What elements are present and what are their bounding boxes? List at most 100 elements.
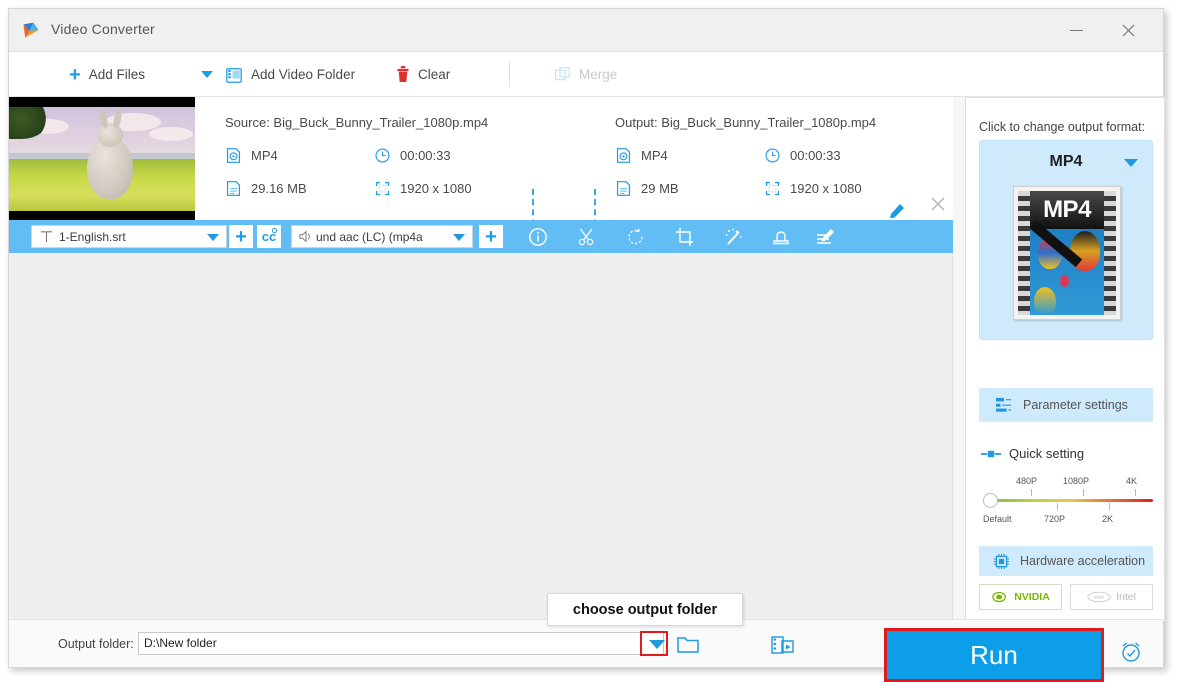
- format-badge-text: MP4: [1043, 196, 1091, 223]
- bunny-head-shape: [97, 123, 123, 147]
- tooltip: choose output folder: [547, 593, 743, 626]
- quick-setting-label: Quick setting: [1009, 446, 1085, 461]
- parameter-settings-label: Parameter settings: [1023, 398, 1128, 412]
- slider-knob[interactable]: [983, 493, 998, 508]
- hardware-acceleration-label: Hardware acceleration: [1020, 554, 1146, 568]
- trash-icon: [397, 66, 409, 83]
- quick-setting-header: Quick setting: [981, 446, 1084, 461]
- audio-track-select[interactable]: und aac (LC) (mp4a: [291, 225, 473, 248]
- item-action-strip: 1-English.srt + cc und aac (LC) (mp4a +: [9, 220, 953, 253]
- effect-icon[interactable]: [724, 227, 744, 247]
- add-video-folder-label: Add Video Folder: [251, 67, 356, 82]
- output-folder-input[interactable]: D:\New folder: [138, 632, 664, 655]
- resolution-icon: [375, 181, 390, 196]
- watermark-icon[interactable]: [771, 227, 791, 247]
- slider-track: [991, 499, 1153, 502]
- subtitle-select[interactable]: 1-English.srt: [31, 225, 227, 248]
- rotate-icon[interactable]: [626, 227, 646, 247]
- chevron-down-icon: [453, 234, 465, 241]
- media-folder-icon[interactable]: [771, 635, 795, 655]
- format-selector[interactable]: MP4 MP4: [979, 140, 1153, 340]
- output-format-panel: Click to change output format: MP4 MP4 P…: [965, 97, 1165, 621]
- slider-tick: [1057, 503, 1058, 510]
- slider-tick-label: 2K: [1102, 514, 1114, 524]
- output-size-row: 29 MB: [615, 180, 679, 197]
- clear-button[interactable]: Clear: [396, 52, 450, 97]
- slider-tick: [1031, 489, 1032, 496]
- output-folder-dropdown-button[interactable]: [649, 640, 665, 649]
- text-icon: [40, 231, 53, 243]
- close-button[interactable]: [1105, 9, 1151, 52]
- file-format-icon: [616, 148, 631, 163]
- output-size-value: 29 MB: [641, 181, 679, 196]
- open-folder-icon[interactable]: [677, 636, 701, 654]
- output-folder-label: Output folder:: [58, 637, 134, 651]
- gpu-options: NVIDIA intel Intel: [979, 584, 1153, 610]
- cpu-icon: [993, 553, 1010, 569]
- film-strip: [1104, 191, 1116, 315]
- quick-setting-icon: [981, 450, 1001, 457]
- slider-tick-label: Default: [983, 514, 1012, 524]
- slider-tick-label: 720P: [1044, 514, 1066, 524]
- add-subtitle-button[interactable]: +: [229, 225, 253, 248]
- source-filename: Source: Big_Buck_Bunny_Trailer_1080p.mp4: [225, 115, 489, 130]
- letterbox-bar: [9, 97, 195, 107]
- hardware-acceleration-button[interactable]: Hardware acceleration: [979, 546, 1153, 576]
- balloon-shape: [1060, 275, 1069, 287]
- source-format-row: MP4: [225, 147, 278, 164]
- minimize-button[interactable]: [1053, 9, 1099, 52]
- alarm-clock-icon[interactable]: [1119, 640, 1143, 664]
- info-icon[interactable]: [528, 227, 548, 247]
- cc-settings-button[interactable]: cc: [257, 225, 281, 248]
- output-resolution-value: 1920 x 1080: [790, 181, 862, 196]
- subtitle-value: 1-English.srt: [59, 229, 126, 244]
- merge-label: Merge: [579, 67, 618, 82]
- balloon-shape: [1034, 287, 1056, 315]
- slider-tick: [1109, 503, 1110, 510]
- chevron-down-icon: [1124, 159, 1138, 167]
- chevron-down-icon: [207, 234, 219, 241]
- format-thumbnail: MP4: [1013, 186, 1121, 320]
- parameter-settings-button[interactable]: Parameter settings: [979, 388, 1153, 422]
- quality-slider[interactable]: 480P 1080P 4K Default 720P 2K: [983, 470, 1153, 532]
- output-duration-row: 00:00:33: [764, 147, 841, 164]
- cut-icon[interactable]: [577, 227, 597, 247]
- source-format-value: MP4: [251, 148, 278, 163]
- remove-item-button[interactable]: [929, 197, 947, 215]
- change-format-label: Click to change output format:: [979, 120, 1146, 134]
- source-duration-row: 00:00:33: [374, 147, 451, 164]
- bottom-bar: Output folder: D:\New folder Run: [9, 619, 1163, 682]
- gpu-intel-button[interactable]: intel Intel: [1070, 584, 1153, 610]
- run-button[interactable]: Run: [887, 631, 1101, 679]
- subtitle-edit-icon[interactable]: [815, 227, 835, 247]
- edit-pencil-icon[interactable]: [889, 203, 905, 219]
- chevron-down-icon: [201, 71, 213, 78]
- app-window: Video Converter + Add Files Add Video Fo…: [8, 8, 1165, 682]
- gear-icon: [271, 227, 278, 234]
- add-video-folder-button[interactable]: Add Video Folder: [225, 52, 355, 97]
- slider-tick: [1135, 489, 1136, 496]
- add-files-button[interactable]: + Add Files: [69, 52, 145, 97]
- output-format-value: MP4: [641, 148, 668, 163]
- file-size-icon: [616, 181, 631, 196]
- output-resolution-row: 1920 x 1080: [764, 180, 862, 197]
- merge-button[interactable]: Merge: [554, 52, 617, 97]
- video-thumbnail[interactable]: [9, 97, 195, 221]
- main-toolbar: + Add Files Add Video Folder Clear Merge: [9, 52, 1163, 97]
- clock-icon: [765, 148, 780, 163]
- film-strip: [1018, 191, 1030, 315]
- crop-icon[interactable]: [675, 227, 695, 247]
- intel-logo-icon: intel: [1087, 591, 1111, 603]
- gpu-intel-label: Intel: [1116, 591, 1136, 603]
- title-bar: Video Converter: [9, 9, 1163, 52]
- clock-icon: [375, 148, 390, 163]
- add-files-dropdown-button[interactable]: [194, 52, 220, 97]
- add-audio-button[interactable]: +: [479, 225, 503, 248]
- merge-icon: [555, 67, 570, 81]
- plus-icon: +: [485, 225, 497, 248]
- slider-tick: [1083, 489, 1084, 496]
- gpu-nvidia-button[interactable]: NVIDIA: [979, 584, 1062, 610]
- source-size-row: 29.16 MB: [225, 180, 307, 197]
- sliders-icon: [996, 397, 1012, 412]
- toolbar-divider: [509, 62, 510, 87]
